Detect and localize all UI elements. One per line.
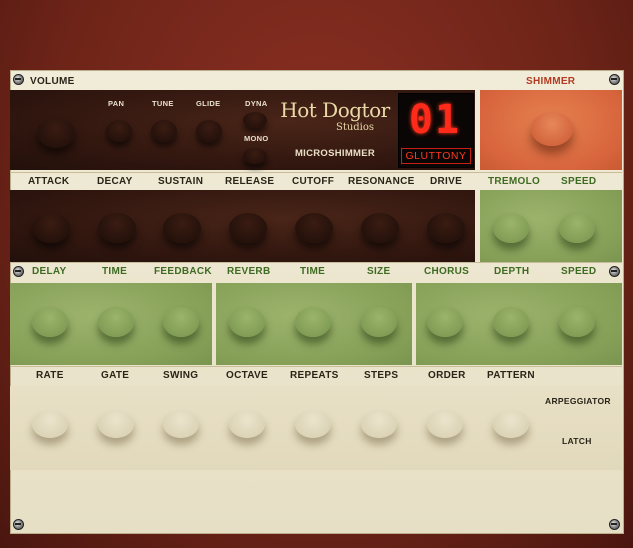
- octave-knob[interactable]: [229, 410, 265, 438]
- tune-knob[interactable]: [151, 120, 177, 142]
- drive-label: DRIVE: [430, 176, 463, 187]
- reverb-time-knob[interactable]: [295, 307, 331, 337]
- delay-label: DELAY: [32, 266, 67, 277]
- mono-label: MONO: [244, 134, 269, 143]
- reverb-label: REVERB: [227, 266, 271, 277]
- cutoff-label: CUTOFF: [292, 176, 335, 187]
- swing-label: SWING: [163, 370, 199, 381]
- mono-toggle[interactable]: [243, 148, 267, 164]
- screw-icon: [13, 519, 24, 530]
- reverb-time-label: TIME: [300, 266, 326, 277]
- chorus-label: CHORUS: [424, 266, 470, 277]
- logo-sub-text: Studios: [335, 122, 375, 133]
- pan-knob[interactable]: [106, 120, 132, 142]
- shimmer-label: SHIMMER: [526, 76, 576, 87]
- chorus-speed-knob[interactable]: [559, 307, 595, 337]
- volume-label: VOLUME: [30, 76, 75, 87]
- sustain-label: SUSTAIN: [158, 176, 204, 187]
- decay-label: DECAY: [97, 176, 133, 187]
- gate-knob[interactable]: [98, 410, 134, 438]
- divider: [10, 366, 622, 367]
- pan-label: PAN: [108, 99, 125, 108]
- sustain-knob[interactable]: [163, 213, 201, 243]
- drive-knob[interactable]: [427, 213, 465, 243]
- order-knob[interactable]: [427, 410, 463, 438]
- rate-label: RATE: [36, 370, 64, 381]
- dyna-toggle[interactable]: [243, 112, 267, 128]
- dyna-label: DYNA: [245, 99, 268, 108]
- feedback-knob[interactable]: [163, 307, 199, 337]
- tremolo-knob[interactable]: [493, 213, 529, 243]
- chorus-knob[interactable]: [427, 307, 463, 337]
- size-label: SIZE: [367, 266, 391, 277]
- steps-knob[interactable]: [361, 410, 397, 438]
- glide-label: GLIDE: [196, 99, 221, 108]
- attack-knob[interactable]: [32, 213, 70, 243]
- rate-knob[interactable]: [32, 410, 68, 438]
- tremolo-speed-label: SPEED: [561, 176, 597, 187]
- steps-label: STEPS: [364, 370, 399, 381]
- order-label: ORDER: [428, 370, 466, 381]
- volume-knob[interactable]: [37, 118, 75, 148]
- size-knob[interactable]: [361, 307, 397, 337]
- shimmer-knob[interactable]: [531, 112, 573, 146]
- logo-main-text: Hot Dogtor: [280, 98, 390, 122]
- repeats-label: REPEATS: [290, 370, 339, 381]
- delay-knob[interactable]: [32, 307, 68, 337]
- feedback-label: FEEDBACK: [154, 266, 212, 277]
- screw-icon: [609, 74, 620, 85]
- delay-time-label: TIME: [102, 266, 128, 277]
- depth-knob[interactable]: [493, 307, 529, 337]
- chorus-speed-label: SPEED: [561, 266, 597, 277]
- delay-time-knob[interactable]: [98, 307, 134, 337]
- release-knob[interactable]: [229, 213, 267, 243]
- tremolo-speed-knob[interactable]: [559, 213, 595, 243]
- octave-label: OCTAVE: [226, 370, 268, 381]
- reverb-knob[interactable]: [229, 307, 265, 337]
- attack-label: ATTACK: [28, 176, 70, 187]
- tune-label: TUNE: [152, 99, 174, 108]
- decay-knob[interactable]: [98, 213, 136, 243]
- pattern-knob[interactable]: [493, 410, 529, 438]
- cutoff-knob[interactable]: [295, 213, 333, 243]
- preset-display[interactable]: 01 GLUTTONY: [398, 93, 474, 168]
- divider: [10, 172, 622, 173]
- pattern-label: PATTERN: [487, 370, 535, 381]
- preset-number: 01: [408, 97, 462, 143]
- swing-knob[interactable]: [163, 410, 199, 438]
- release-label: RELEASE: [225, 176, 275, 187]
- glide-knob[interactable]: [196, 120, 222, 142]
- brand-logo: Hot Dogtor Studios: [280, 98, 390, 138]
- repeats-knob[interactable]: [295, 410, 331, 438]
- tremolo-label: TREMOLO: [488, 176, 541, 187]
- screw-icon: [609, 519, 620, 530]
- divider: [10, 262, 622, 263]
- preset-name: GLUTTONY: [401, 148, 471, 164]
- latch-toggle[interactable]: LATCH: [562, 436, 592, 446]
- screw-icon: [13, 266, 24, 277]
- arpeggiator-toggle[interactable]: ARPEGGIATOR: [545, 396, 611, 406]
- screw-icon: [609, 266, 620, 277]
- screw-icon: [13, 74, 24, 85]
- resonance-knob[interactable]: [361, 213, 399, 243]
- depth-label: DEPTH: [494, 266, 530, 277]
- gate-label: GATE: [101, 370, 130, 381]
- resonance-label: RESONANCE: [348, 176, 415, 187]
- product-name: MICROSHIMMER: [294, 148, 376, 159]
